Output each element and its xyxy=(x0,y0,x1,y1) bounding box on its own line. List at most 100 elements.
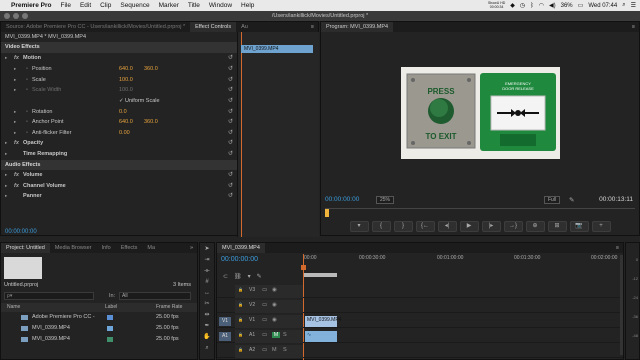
param-value-2[interactable]: 360.0 xyxy=(144,117,158,128)
label-swatch[interactable] xyxy=(107,315,113,320)
zoom-button[interactable] xyxy=(22,13,28,19)
sync-lock-icon[interactable]: ▭ xyxy=(262,302,267,308)
stopwatch-icon[interactable]: ◔ xyxy=(25,128,28,139)
project-row[interactable]: MVI_0399.MP4 25.00 fps xyxy=(1,335,197,345)
add-marker-icon[interactable]: ▾ xyxy=(248,273,251,280)
effect-row[interactable]: ▸ ◔ Rotation 0.0 ↺ xyxy=(1,107,237,118)
param-value[interactable]: 0.00 xyxy=(119,128,130,139)
work-area-bar[interactable] xyxy=(304,273,337,277)
project-search-input[interactable]: ρ▾ xyxy=(4,292,94,300)
reset-icon[interactable]: ↺ xyxy=(228,170,233,181)
fx-toggle-icon[interactable]: fx xyxy=(14,138,19,149)
minimize-button[interactable] xyxy=(13,13,19,19)
effect-row[interactable]: ▸ fx Channel Volume ↺ xyxy=(1,181,237,192)
wifi-icon[interactable]: ◠ xyxy=(539,2,544,9)
disclosure-triangle-icon[interactable]: ▸ xyxy=(14,107,16,118)
mute-icon[interactable]: M xyxy=(272,347,277,353)
quality-select[interactable]: Full xyxy=(544,196,561,204)
menu-clip[interactable]: Clip xyxy=(100,2,111,9)
reset-icon[interactable]: ↺ xyxy=(228,191,233,202)
battery-percent[interactable]: 36% xyxy=(561,3,573,9)
mark-out-button[interactable]: } xyxy=(393,221,413,232)
tab-markers[interactable]: Ma xyxy=(142,243,160,253)
fx-toggle-icon[interactable]: fx xyxy=(14,53,19,64)
disclosure-triangle-icon[interactable]: ▸ xyxy=(14,75,16,86)
tabs-overflow-icon[interactable]: » xyxy=(186,243,197,253)
stopwatch-icon[interactable]: ◔ xyxy=(25,85,28,96)
zoom-tool-icon[interactable]: ⌕ xyxy=(201,344,213,353)
volume-icon[interactable]: ◀) xyxy=(549,2,556,9)
disclosure-triangle-icon[interactable]: ▸ xyxy=(5,138,7,149)
disclosure-triangle-icon[interactable]: ▸ xyxy=(14,117,16,128)
reset-icon[interactable]: ↺ xyxy=(228,149,233,160)
solo-icon[interactable]: S xyxy=(283,347,287,353)
rolling-edit-tool-icon[interactable]: # xyxy=(201,278,213,287)
reset-icon[interactable]: ↺ xyxy=(228,107,233,118)
ec-playhead[interactable] xyxy=(241,32,242,237)
sync-lock-icon[interactable]: ▭ xyxy=(262,317,267,323)
effect-row[interactable]: ▸ ◔ Scale Width 100.0 ↺ xyxy=(1,85,237,96)
add-marker-button[interactable]: ▾ xyxy=(349,221,369,232)
solo-icon[interactable]: S xyxy=(283,332,287,338)
effect-row[interactable]: ▸ fx Opacity ↺ xyxy=(1,138,237,149)
ec-timecode[interactable]: 00:00:00:00 xyxy=(1,227,237,237)
menu-marker[interactable]: Marker xyxy=(159,2,179,9)
tab-info[interactable]: Info xyxy=(97,243,116,253)
reset-icon[interactable]: ↺ xyxy=(228,85,233,96)
effect-row[interactable]: ▸ fx Volume ↺ xyxy=(1,170,237,181)
track-target-toggle[interactable] xyxy=(219,347,231,356)
tab-source[interactable]: Source: Adobe Premiere Pro CC - Users/ia… xyxy=(1,22,190,32)
search-icon[interactable]: ⌕ xyxy=(622,2,625,9)
video-clip[interactable]: MVI_0399.MP4 xyxy=(305,316,341,327)
menu-help[interactable]: Help xyxy=(241,2,254,9)
track-target-toggle[interactable]: V1 xyxy=(219,317,231,326)
notifications-icon[interactable]: ☰ xyxy=(631,2,636,9)
screen-recorder-status[interactable]: ShowU HD 00:00:34 xyxy=(488,1,505,9)
timeline-scrollbar[interactable] xyxy=(620,255,623,355)
param-value-2[interactable]: 360.0 xyxy=(144,64,158,75)
col-frame-rate[interactable]: Frame Rate xyxy=(156,303,182,312)
lock-icon[interactable]: 🔒 xyxy=(238,302,243,307)
effect-row[interactable]: ▸ ◔ Anchor Point 640.0 360.0 ↺ xyxy=(1,117,237,128)
col-label[interactable]: Label xyxy=(105,303,117,312)
param-value[interactable]: 0.0 xyxy=(119,107,127,118)
reset-icon[interactable]: ↺ xyxy=(228,128,233,139)
panel-menu-icon[interactable]: ≡ xyxy=(628,22,639,32)
effect-row[interactable]: ▸ ◔ Anti-flicker Filter 0.00 ↺ xyxy=(1,128,237,139)
linked-selection-icon[interactable]: ⛓ xyxy=(234,273,242,280)
mark-in-button[interactable]: { xyxy=(371,221,391,232)
disclosure-triangle-icon[interactable]: ▸ xyxy=(5,191,7,202)
settings-wrench-icon[interactable]: ✎ xyxy=(569,196,574,204)
in-select[interactable]: All xyxy=(119,292,191,300)
step-forward-button[interactable]: |▸ xyxy=(481,221,501,232)
disclosure-triangle-icon[interactable]: ▸ xyxy=(5,53,7,64)
mute-icon[interactable]: M xyxy=(272,332,280,338)
timeline-timecode[interactable]: 00:00:00:00 xyxy=(221,256,258,263)
hand-tool-icon[interactable]: ✋ xyxy=(201,333,213,342)
sync-lock-icon[interactable]: ▭ xyxy=(262,347,267,353)
track-target-toggle[interactable] xyxy=(219,302,231,311)
stopwatch-icon[interactable]: ◔ xyxy=(25,117,28,128)
eye-icon[interactable]: ◉ xyxy=(272,302,277,308)
reset-icon[interactable]: ↺ xyxy=(228,53,233,64)
audio-clip[interactable]: ∿ xyxy=(305,331,337,342)
col-name[interactable]: Name xyxy=(7,303,20,312)
reset-icon[interactable]: ↺ xyxy=(228,64,233,75)
lift-button[interactable]: ⊕ xyxy=(525,221,545,232)
stopwatch-icon[interactable]: ◔ xyxy=(25,107,28,118)
fx-toggle-icon[interactable]: fx xyxy=(14,181,19,192)
timeline-settings-icon[interactable]: ✎ xyxy=(257,273,262,280)
video-frame[interactable]: PRESS TO EXIT EMERGENCY DOOR RELEASE xyxy=(401,67,560,159)
menu-title[interactable]: Title xyxy=(188,2,200,9)
dropbox-icon[interactable]: ◆ xyxy=(510,2,515,9)
sync-lock-icon[interactable]: ▭ xyxy=(262,287,267,293)
stopwatch-icon[interactable]: ◔ xyxy=(25,75,28,86)
pm-time-ruler[interactable] xyxy=(325,208,635,218)
project-row[interactable]: MVI_0399.MP4 25.00 fps xyxy=(1,324,197,334)
lock-icon[interactable]: 🔒 xyxy=(238,347,243,352)
uniform-scale-checkbox[interactable]: ✓ xyxy=(119,96,124,107)
param-value[interactable]: 640.0 xyxy=(119,64,133,75)
disclosure-triangle-icon[interactable]: ▸ xyxy=(14,64,16,75)
zoom-select[interactable]: 25% xyxy=(376,196,395,204)
param-value[interactable]: 100.0 xyxy=(119,85,133,96)
